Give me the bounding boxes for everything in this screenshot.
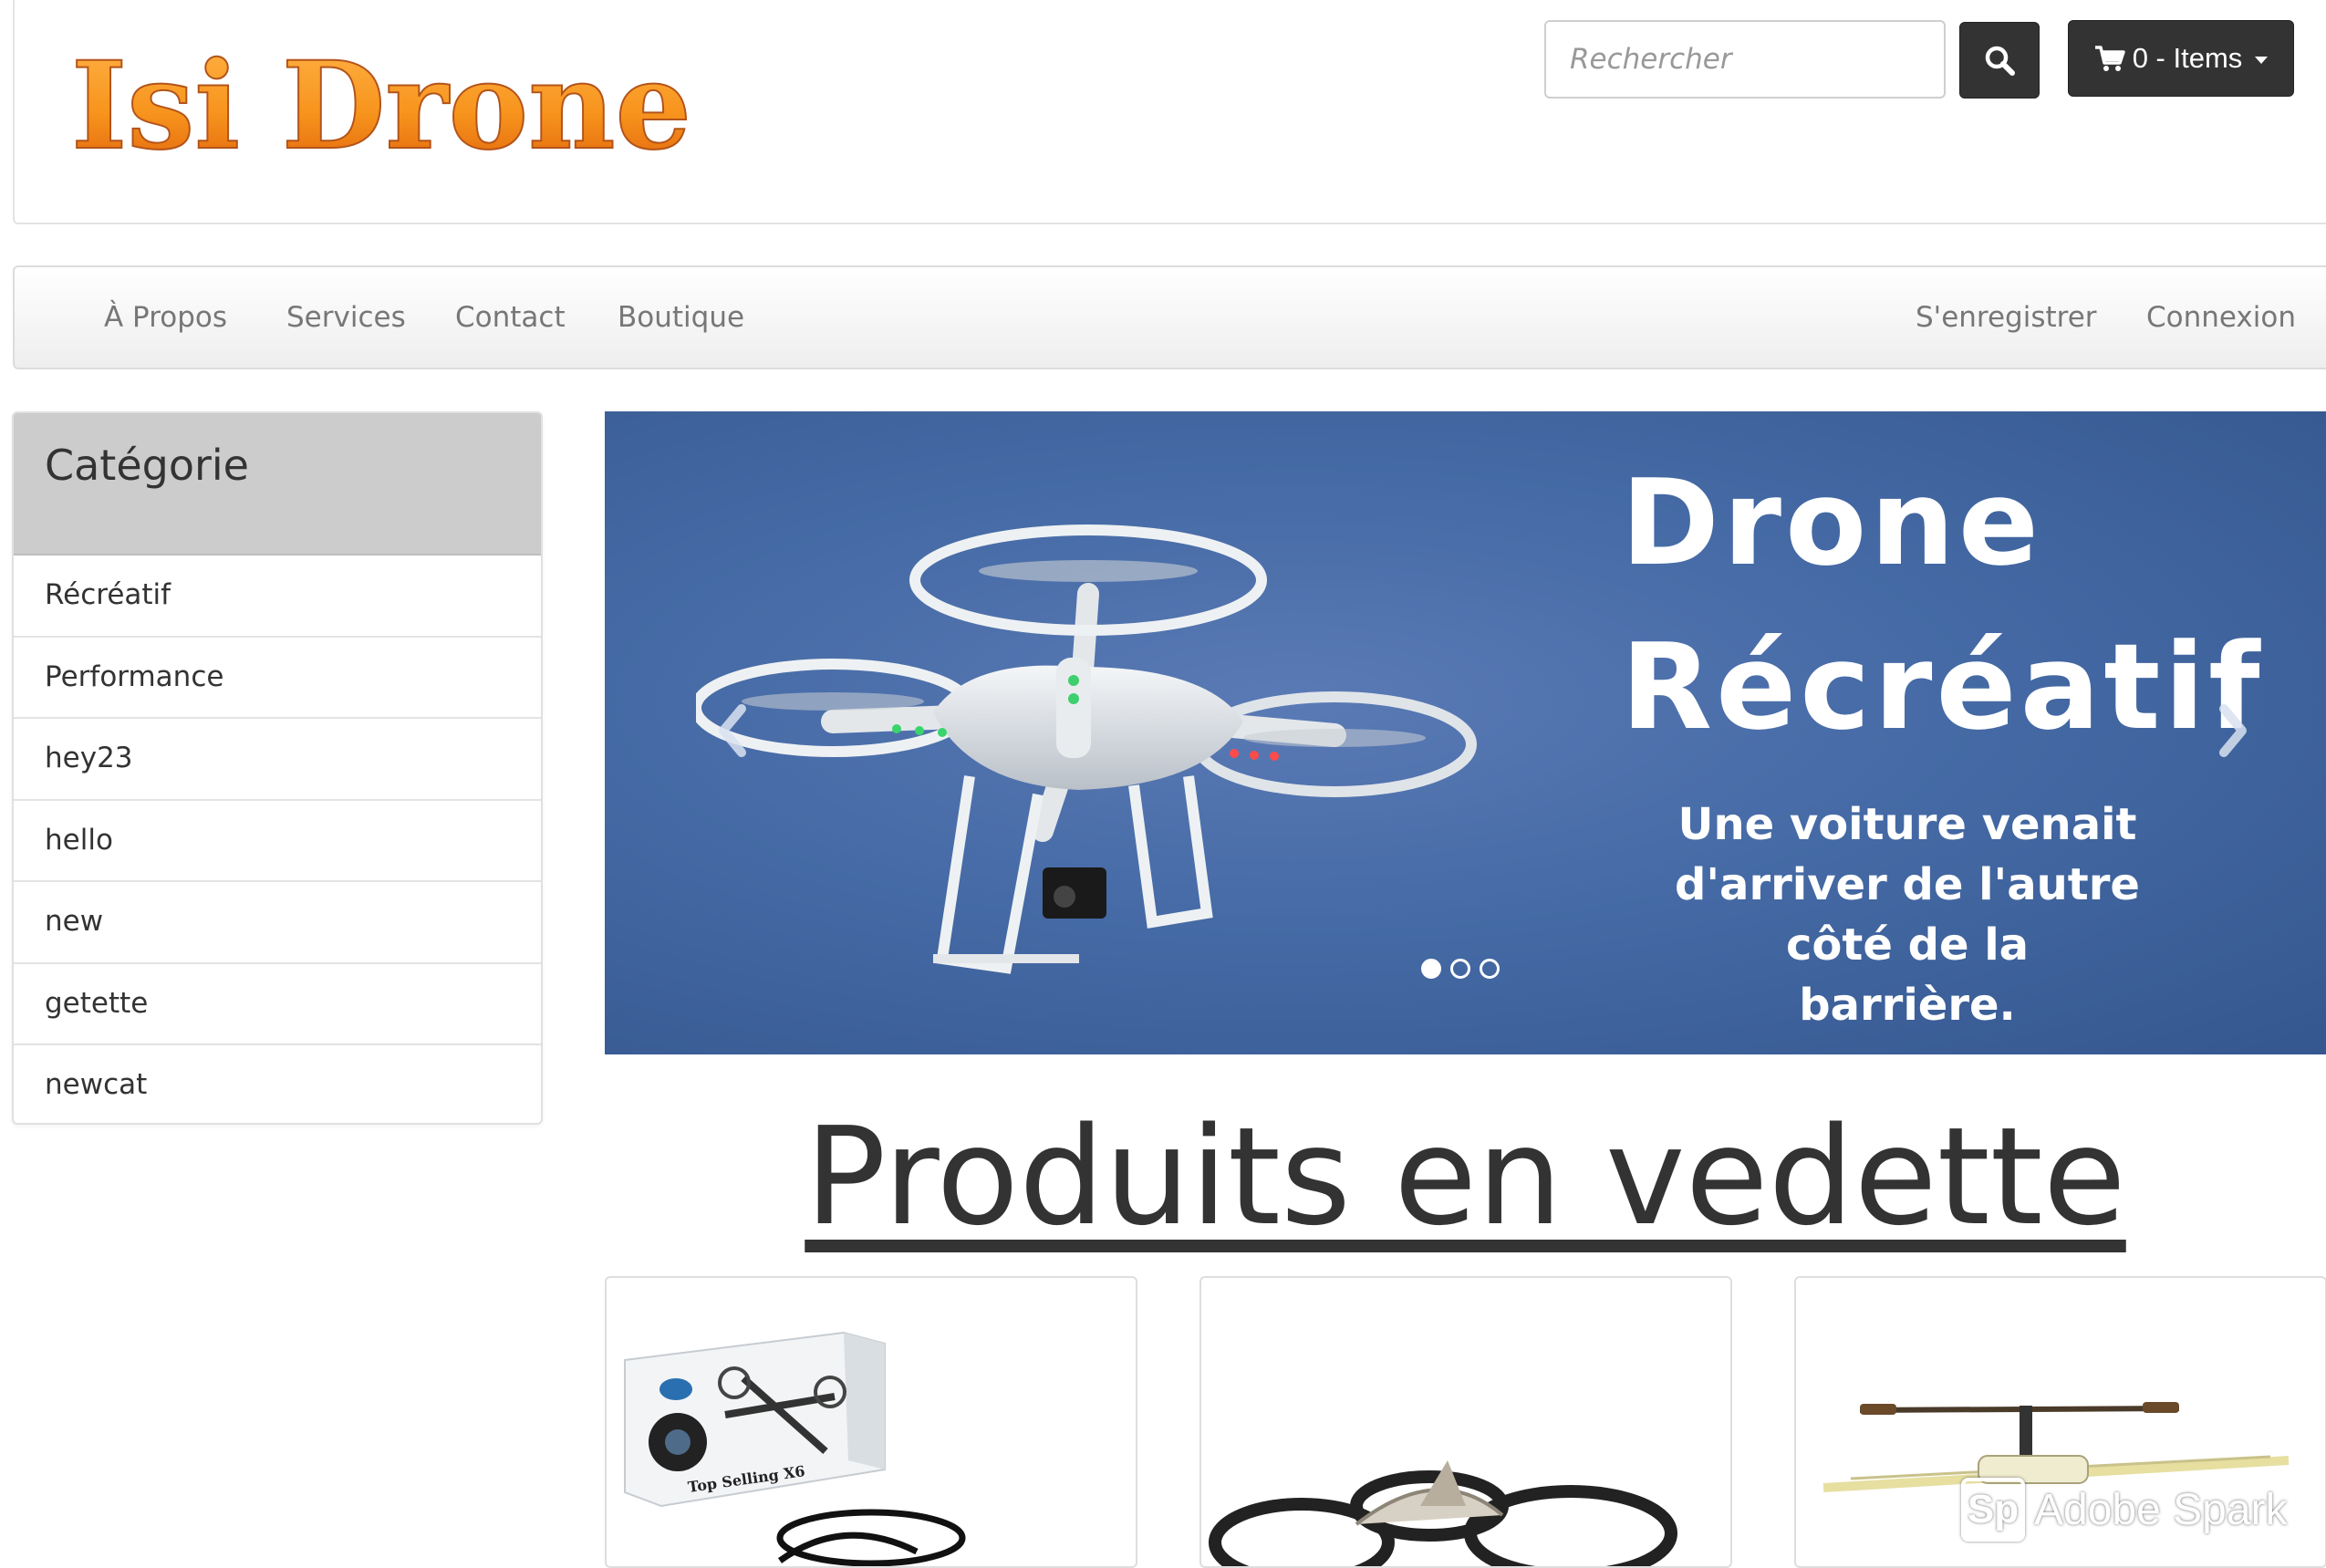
drone-image bbox=[696, 524, 1477, 974]
logo-text: Isi Drone bbox=[71, 40, 691, 177]
adobe-spark-logo-icon: Sp bbox=[1961, 1478, 2025, 1542]
search-button[interactable] bbox=[1959, 22, 2040, 99]
chevron-left-icon bbox=[719, 704, 746, 757]
logo[interactable]: Isi Drone bbox=[66, 40, 704, 177]
cart-label: 0 - Items bbox=[2132, 42, 2243, 74]
category-sidebar: Catégorie Récréatif Performance hey23 he… bbox=[12, 411, 543, 1125]
carousel-indicators bbox=[1421, 959, 1500, 979]
nav-link-contact[interactable]: Contact bbox=[455, 267, 566, 368]
category-item-newcat[interactable]: newcat bbox=[14, 1045, 541, 1123]
category-item-getette[interactable]: getette bbox=[14, 964, 541, 1045]
hero-carousel[interactable]: Drone Récréatif Une voiture venait d'arr… bbox=[605, 411, 2326, 1054]
category-item-hello[interactable]: hello bbox=[14, 801, 541, 882]
slide-title-line2: Récréatif bbox=[1621, 618, 2264, 756]
carousel-dot-2[interactable] bbox=[1450, 959, 1470, 979]
featured-title-text: Produits en vedette bbox=[805, 1098, 2126, 1255]
ar-drone-image bbox=[1209, 1460, 1677, 1566]
chevron-down-icon bbox=[2255, 57, 2269, 64]
slide-title: Drone Récréatif bbox=[1621, 441, 2264, 769]
product-card[interactable] bbox=[1199, 1276, 1732, 1568]
nav-link-services[interactable]: Services bbox=[286, 267, 406, 368]
slide-title-line1: Drone bbox=[1621, 453, 2043, 592]
carousel-next-button[interactable] bbox=[2196, 694, 2269, 767]
product-card[interactable]: Top Selling X6 bbox=[605, 1276, 1137, 1568]
quadcopter-box-image: Top Selling X6 bbox=[624, 1331, 966, 1566]
carousel-prev-button[interactable] bbox=[696, 694, 769, 767]
main-navbar: À Propos Services Contact Boutique S'enr… bbox=[13, 265, 2326, 369]
cart-button[interactable]: 0 - Items bbox=[2068, 20, 2294, 97]
search-input[interactable] bbox=[1544, 20, 1946, 99]
category-item-recreatif[interactable]: Récréatif bbox=[14, 556, 541, 638]
adobe-spark-text: Adobe Spark bbox=[2034, 1485, 2288, 1534]
sidebar-title: Catégorie bbox=[14, 413, 541, 556]
featured-title: Produits en vedette bbox=[605, 1090, 2326, 1263]
category-item-new[interactable]: new bbox=[14, 882, 541, 964]
slide-subtitle: Une voiture venait d'arriver de l'autre … bbox=[1675, 799, 2140, 1031]
category-item-performance[interactable]: Performance bbox=[14, 638, 541, 719]
category-item-hey23[interactable]: hey23 bbox=[14, 719, 541, 801]
nav-link-boutique[interactable]: Boutique bbox=[618, 267, 744, 368]
nav-link-register[interactable]: S'enregistrer bbox=[1916, 267, 2097, 368]
chevron-right-icon bbox=[2219, 704, 2247, 757]
adobe-spark-watermark: Sp Adobe Spark bbox=[1961, 1478, 2288, 1542]
cart-icon bbox=[2094, 46, 2125, 71]
nav-link-login[interactable]: Connexion bbox=[2146, 267, 2296, 368]
carousel-dot-3[interactable] bbox=[1480, 959, 1500, 979]
search-icon bbox=[1985, 46, 2015, 76]
carousel-dot-1[interactable] bbox=[1421, 959, 1441, 979]
nav-link-a-propos[interactable]: À Propos bbox=[104, 267, 227, 368]
